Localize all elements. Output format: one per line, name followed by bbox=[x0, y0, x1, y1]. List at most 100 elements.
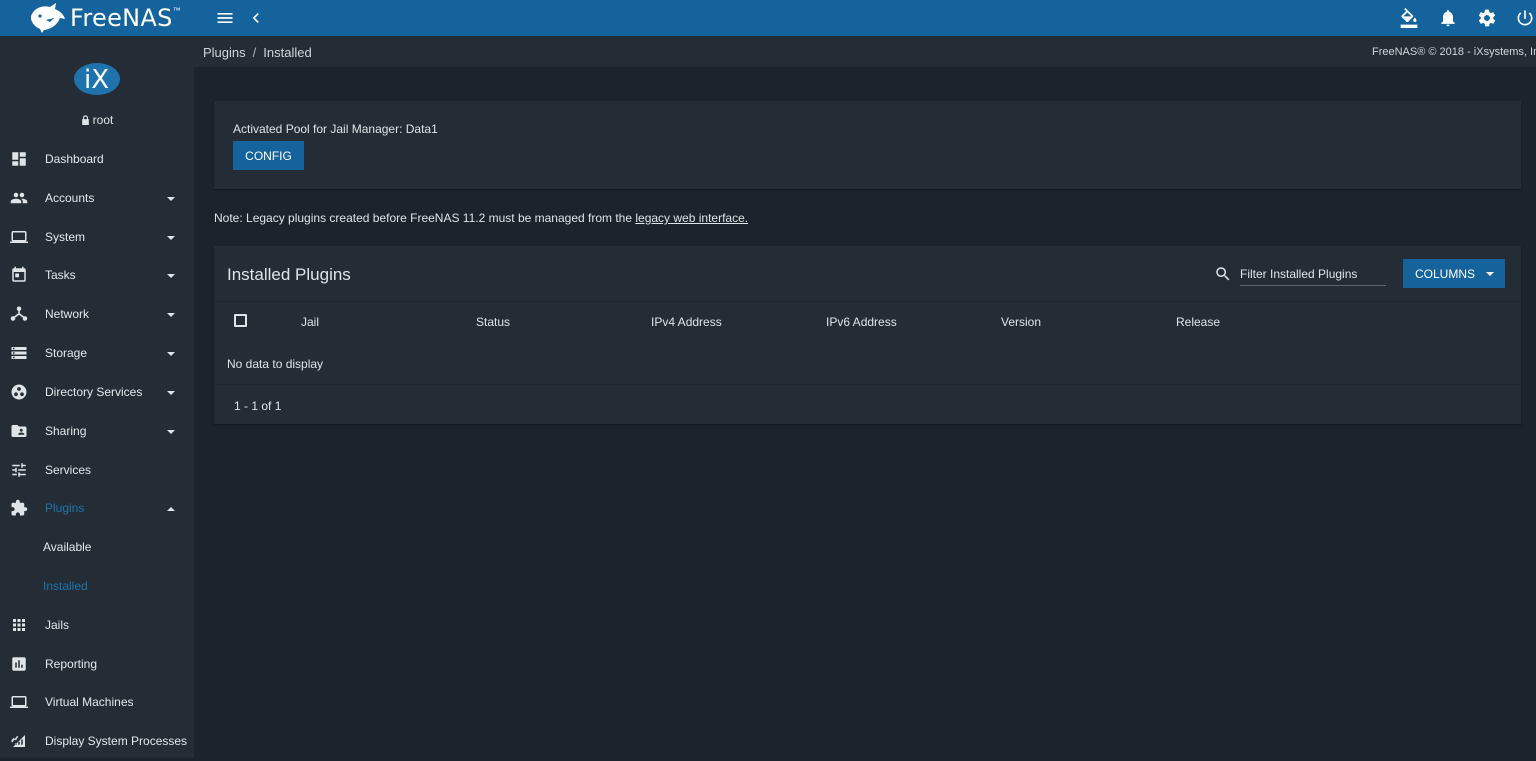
power-icon bbox=[1517, 10, 1533, 26]
column-header-jail[interactable]: Jail bbox=[301, 315, 319, 329]
theme-bucket-icon bbox=[1400, 8, 1418, 28]
activated-pool-text: Activated Pool for Jail Manager: Data1 bbox=[233, 122, 438, 136]
columns-button-label: COLUMNS bbox=[1415, 266, 1476, 281]
sidebar-subitem-installed[interactable]: Installed bbox=[0, 567, 194, 606]
sidebar-item-label: Plugins bbox=[45, 501, 85, 516]
caret-down-icon bbox=[165, 347, 177, 359]
sidebar-item-storage[interactable]: Storage bbox=[0, 334, 194, 373]
sidebar-item-plugins[interactable]: Plugins bbox=[0, 489, 194, 528]
sidebar-item-label: Sharing bbox=[45, 424, 87, 439]
storage-icon bbox=[10, 344, 28, 362]
power-button[interactable] bbox=[1513, 6, 1536, 30]
calendar-icon bbox=[10, 266, 28, 284]
column-header-ipv6[interactable]: IPv6 Address bbox=[826, 315, 897, 329]
settings-button[interactable] bbox=[1475, 6, 1499, 30]
sidebar-item-system[interactable]: System bbox=[0, 218, 194, 257]
table-footer: 1 - 1 of 1 bbox=[214, 384, 1521, 424]
sidebar-item-label: Virtual Machines bbox=[45, 695, 134, 710]
copyright-text: FreeNAS® © 2018 - iXsystems, Inc. bbox=[1372, 46, 1536, 58]
sidebar-item-label: Available bbox=[43, 540, 92, 555]
sidebar-subitem-available[interactable]: Available bbox=[0, 528, 194, 567]
sidebar-item-label: Accounts bbox=[45, 191, 95, 206]
column-header-version[interactable]: Version bbox=[1001, 315, 1041, 329]
menu-toggle-button[interactable] bbox=[213, 6, 237, 30]
breadcrumb: Plugins / Installed bbox=[203, 45, 312, 60]
caret-down-icon bbox=[165, 425, 177, 437]
empty-table-message: No data to display bbox=[227, 357, 324, 371]
sidebar-item-jails[interactable]: Jails bbox=[0, 606, 194, 645]
column-header-status[interactable]: Status bbox=[476, 315, 510, 329]
sidebar-item-sharing[interactable]: Sharing bbox=[0, 412, 194, 451]
sidebar: iX root Dashboard Accounts System Tasks … bbox=[0, 36, 194, 758]
tune-icon bbox=[10, 461, 28, 479]
caret-down-icon bbox=[165, 231, 177, 243]
breadcrumb-installed: Installed bbox=[263, 45, 312, 60]
puzzle-icon bbox=[10, 499, 28, 517]
config-button[interactable]: CONFIG bbox=[233, 141, 304, 170]
lock-icon bbox=[81, 115, 89, 125]
sidebar-item-accounts[interactable]: Accounts bbox=[0, 179, 194, 218]
sidebar-item-services[interactable]: Services bbox=[0, 451, 194, 490]
sidebar-item-label: Jails bbox=[45, 618, 70, 633]
sidebar-item-label: Reporting bbox=[45, 657, 98, 672]
column-header-release[interactable]: Release bbox=[1176, 315, 1220, 329]
top-bar: FreeNAS ™ bbox=[0, 0, 1536, 36]
user-name: root bbox=[92, 113, 114, 127]
svg-text:iX: iX bbox=[84, 65, 109, 95]
caret-down-icon bbox=[165, 192, 177, 204]
computer-icon bbox=[10, 693, 28, 711]
theme-button[interactable] bbox=[1397, 6, 1421, 30]
column-header-ipv4[interactable]: IPv4 Address bbox=[651, 315, 722, 329]
columns-button[interactable]: COLUMNS bbox=[1403, 259, 1505, 288]
ixsystems-logo-icon: iX bbox=[74, 63, 120, 95]
sidebar-item-label: Tasks bbox=[45, 268, 76, 283]
select-all-checkbox[interactable] bbox=[234, 314, 247, 327]
directory-icon bbox=[10, 383, 28, 401]
network-icon bbox=[10, 305, 28, 323]
caret-down-icon bbox=[165, 269, 177, 281]
table-header-row: Jail Status IPv4 Address IPv6 Address Ve… bbox=[214, 301, 1521, 341]
legacy-note-text: Note: Legacy plugins created before Free… bbox=[214, 211, 633, 225]
sidebar-item-network[interactable]: Network bbox=[0, 295, 194, 334]
apps-icon bbox=[10, 616, 28, 634]
freenas-logo[interactable]: FreeNAS ™ bbox=[28, 1, 181, 35]
sidebar-item-tasks[interactable]: Tasks bbox=[0, 256, 194, 295]
search-icon bbox=[1214, 265, 1232, 283]
people-icon bbox=[10, 189, 28, 207]
legacy-web-interface-link[interactable]: legacy web interface. bbox=[635, 211, 748, 225]
brand-name: FreeNAS bbox=[70, 4, 173, 32]
jail-pool-card: Activated Pool for Jail Manager: Data1 C… bbox=[214, 101, 1521, 189]
sidebar-item-display-system-processes[interactable]: Display System Processes bbox=[0, 722, 194, 761]
caret-down-icon bbox=[165, 386, 177, 398]
sidebar-item-dashboard[interactable]: Dashboard bbox=[0, 140, 194, 179]
sidebar-item-reporting[interactable]: Reporting bbox=[0, 645, 194, 684]
collapse-sidebar-button[interactable] bbox=[244, 6, 268, 30]
sidebar-item-label: Directory Services bbox=[45, 385, 143, 400]
sidebar-item-directory-services[interactable]: Directory Services bbox=[0, 373, 194, 412]
hamburger-icon bbox=[217, 13, 233, 23]
sidebar-item-label: Installed bbox=[43, 579, 88, 594]
caret-down-icon bbox=[165, 308, 177, 320]
filter-installed-plugins-input[interactable] bbox=[1240, 262, 1386, 286]
sidebar-item-label: Services bbox=[45, 463, 92, 478]
sidebar-item-label: Network bbox=[45, 307, 90, 322]
sidebar-item-label: Display System Processes bbox=[45, 734, 188, 749]
sidebar-item-virtual-machines[interactable]: Virtual Machines bbox=[0, 683, 194, 722]
caret-down-icon bbox=[1485, 268, 1495, 278]
notifications-button[interactable] bbox=[1436, 6, 1460, 30]
legacy-note: Note: Legacy plugins created before Free… bbox=[214, 211, 748, 225]
breadcrumb-bar: Plugins / Installed FreeNAS® © 2018 - iXsy… bbox=[194, 36, 1536, 68]
caret-up-icon bbox=[165, 502, 177, 514]
bell-icon bbox=[1441, 10, 1455, 27]
installed-plugins-table: Installed Plugins COLUMNS Jail Status IP… bbox=[214, 246, 1521, 424]
pagination-info: 1 - 1 of 1 bbox=[234, 399, 282, 413]
table-title: Installed Plugins bbox=[227, 265, 351, 284]
laptop-icon bbox=[10, 228, 28, 246]
freenas-shark-icon bbox=[31, 3, 65, 33]
breadcrumb-plugins[interactable]: Plugins bbox=[203, 45, 246, 60]
processes-icon bbox=[10, 732, 28, 750]
chevron-left-icon bbox=[252, 13, 259, 23]
sidebar-item-label: Dashboard bbox=[45, 152, 104, 167]
gear-icon bbox=[1478, 9, 1496, 27]
chart-icon bbox=[10, 655, 28, 673]
